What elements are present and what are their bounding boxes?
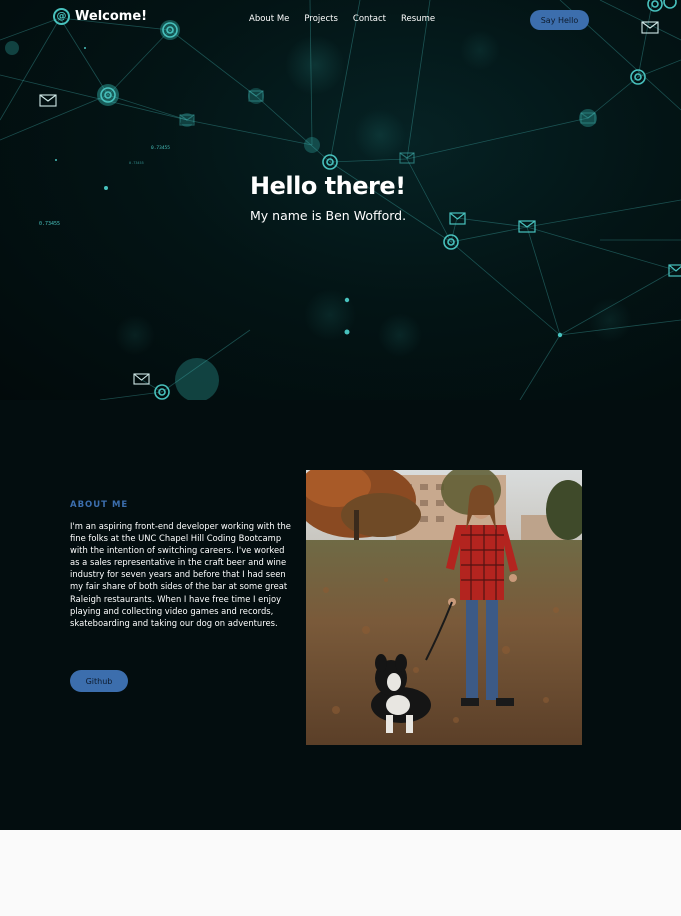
about-heading: ABOUT ME	[70, 500, 129, 510]
hero-text: Hello there! My name is Ben Wofford.	[250, 172, 406, 223]
hero-title: Hello there!	[250, 172, 406, 200]
github-button[interactable]: Github	[70, 670, 128, 692]
brand[interactable]: @ Welcome!	[53, 8, 147, 25]
top-navigation: @ Welcome! About Me Projects Contact Res…	[0, 0, 681, 40]
nav-links: About Me Projects Contact Resume	[249, 14, 450, 24]
envelope-icon	[39, 94, 57, 107]
floating-numbers: 0.73455 0.73455 0.73455	[39, 145, 170, 227]
envelope-icon	[668, 264, 681, 277]
floating-number: 0.73455	[151, 145, 170, 151]
about-body: I'm an aspiring front-end developer work…	[70, 521, 291, 628]
floating-number: 0.73455	[39, 221, 60, 227]
nav-link-about-me[interactable]: About Me	[249, 14, 289, 24]
at-sign-icon: @	[53, 8, 70, 25]
nav-link-contact[interactable]: Contact	[353, 14, 386, 24]
nav-link-projects[interactable]: Projects	[304, 14, 338, 24]
brand-title[interactable]: Welcome!	[75, 9, 147, 24]
say-hello-button[interactable]: Say Hello	[530, 10, 589, 30]
about-section: ABOUT ME I'm an aspiring front-end devel…	[0, 400, 681, 830]
hero-subtitle: My name is Ben Wofford.	[250, 208, 407, 223]
profile-photo	[306, 470, 582, 745]
photo-of-man-with-dog	[306, 470, 582, 745]
nav-link-resume[interactable]: Resume	[401, 14, 435, 24]
floating-number: 0.73455	[129, 161, 144, 165]
footer-area	[0, 830, 681, 916]
hero-section: 0.73455 0.73455 0.73455 @ Welcome! About…	[0, 0, 681, 400]
